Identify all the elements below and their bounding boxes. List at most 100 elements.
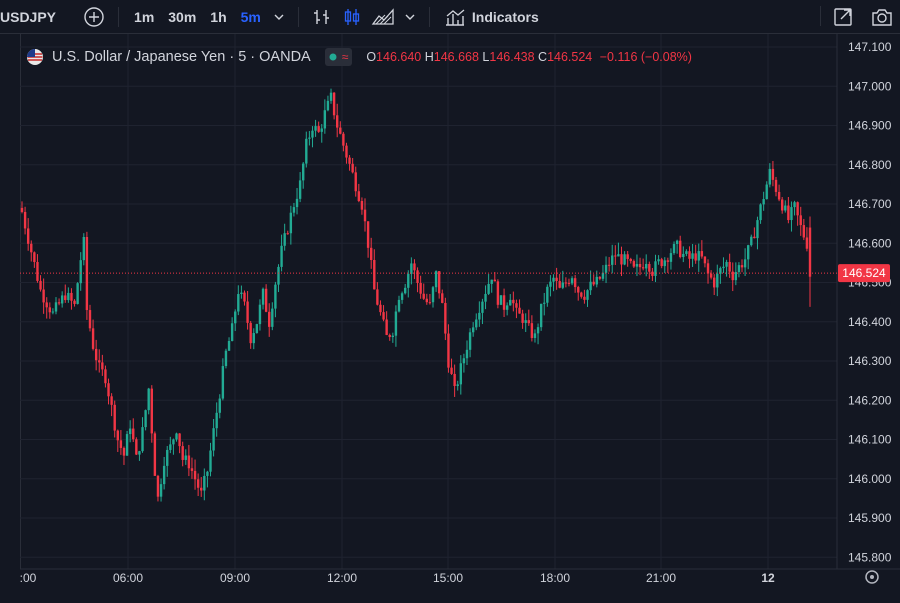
candle-body [638, 264, 642, 268]
candle-body [203, 475, 206, 491]
candle-body [246, 301, 249, 323]
high-label: H [424, 50, 434, 64]
candle-body [577, 287, 580, 293]
candle-body [70, 292, 73, 301]
waves-icon: ≈ [341, 50, 349, 64]
candle-body [184, 455, 187, 460]
candle-body [407, 273, 410, 288]
x-tick-label: 09:00 [220, 571, 250, 585]
candle-body [298, 180, 302, 199]
candle-body [450, 367, 453, 374]
candle-body [138, 451, 141, 455]
y-tick-label: 146.000 [848, 472, 892, 486]
y-tick-label: 146.400 [848, 315, 892, 329]
candle-body [728, 261, 731, 272]
candle-body [793, 202, 796, 208]
candle-body [437, 271, 441, 294]
candle-body [515, 303, 518, 308]
candle-body [703, 256, 707, 264]
y-tick-label: 146.900 [848, 119, 892, 133]
candle-body [583, 296, 586, 300]
candle-body [104, 369, 107, 384]
candle-body [209, 450, 212, 472]
candle-body [512, 299, 515, 304]
candle-body [64, 295, 67, 301]
price-chart[interactable]: 147.100 147.000 146.900 146.800 146.700 146.6… [0, 0, 900, 603]
candle-body [305, 138, 308, 164]
candle-body [762, 199, 765, 205]
candle-body [264, 288, 268, 312]
candle-body [595, 276, 598, 285]
candle-body [669, 253, 673, 262]
candle-body [88, 310, 92, 329]
candle-body [505, 305, 509, 310]
candle-body [193, 470, 197, 480]
legend-symbol-name[interactable]: U.S. Dollar / Japanese Yen · 5 · OANDA [52, 49, 311, 65]
open-label: O [366, 50, 377, 64]
candle-body [332, 92, 336, 116]
candle-body [94, 348, 98, 361]
candle-body [601, 272, 605, 279]
candle-body [261, 288, 265, 305]
candle-body [555, 277, 558, 282]
market-status-badge[interactable]: ≈ [324, 48, 353, 66]
candle-body [107, 383, 110, 397]
candle-body [663, 260, 666, 267]
candle-body [212, 428, 215, 451]
y-tick-label: 147.000 [848, 79, 892, 93]
candle-body [23, 211, 27, 229]
candle-body [360, 201, 364, 210]
candle-body [691, 253, 694, 259]
low-value: 146.438 [489, 50, 535, 64]
x-tick-label: 12:00 [327, 571, 357, 585]
candle-body [67, 292, 70, 301]
candle-body [648, 263, 651, 272]
candle-body [620, 254, 623, 265]
x-tick-label: 12 [761, 571, 775, 585]
candle-body [756, 220, 759, 239]
candle-body [73, 300, 76, 304]
candle-body [481, 301, 484, 313]
candle-body [552, 277, 555, 282]
candle-body [289, 212, 293, 234]
candle-body [641, 267, 645, 269]
candle-body [549, 281, 552, 287]
candle-body [206, 471, 209, 476]
candle-body [373, 260, 376, 290]
candle-body [403, 287, 407, 294]
candle-body [490, 279, 493, 284]
candle-body [675, 240, 679, 244]
candle-body [589, 281, 592, 291]
candle-body [320, 128, 323, 132]
settings-gear-button[interactable] [865, 570, 879, 584]
candle-body [122, 447, 126, 456]
candle-body [694, 253, 697, 261]
candle-body [119, 440, 123, 448]
candle-body [784, 205, 787, 211]
candle-body [76, 283, 79, 304]
candle-body [128, 428, 132, 435]
change-value: −0.116 (−0.08%) [599, 50, 692, 64]
candle-body [777, 191, 781, 200]
candle-body [629, 258, 632, 262]
candle-body [453, 373, 456, 386]
open-value: 146.640 [376, 50, 422, 64]
candle-body [190, 468, 194, 471]
y-tick-label: 146.300 [848, 354, 892, 368]
candle-body [496, 281, 500, 305]
candle-body [790, 207, 793, 221]
candle-body [283, 233, 286, 246]
candle-body [54, 302, 58, 312]
candle-body [456, 384, 459, 386]
candle-body [580, 292, 583, 297]
candle-body [178, 433, 181, 447]
candle-body [564, 282, 568, 284]
candle-body [774, 179, 778, 192]
candle-body [280, 245, 283, 267]
candle-body [385, 319, 388, 335]
candle-body [162, 465, 166, 485]
candle-body [33, 252, 36, 263]
candle-body [323, 110, 327, 129]
candle-body [60, 295, 64, 304]
x-tick-label: :00 [20, 571, 37, 585]
